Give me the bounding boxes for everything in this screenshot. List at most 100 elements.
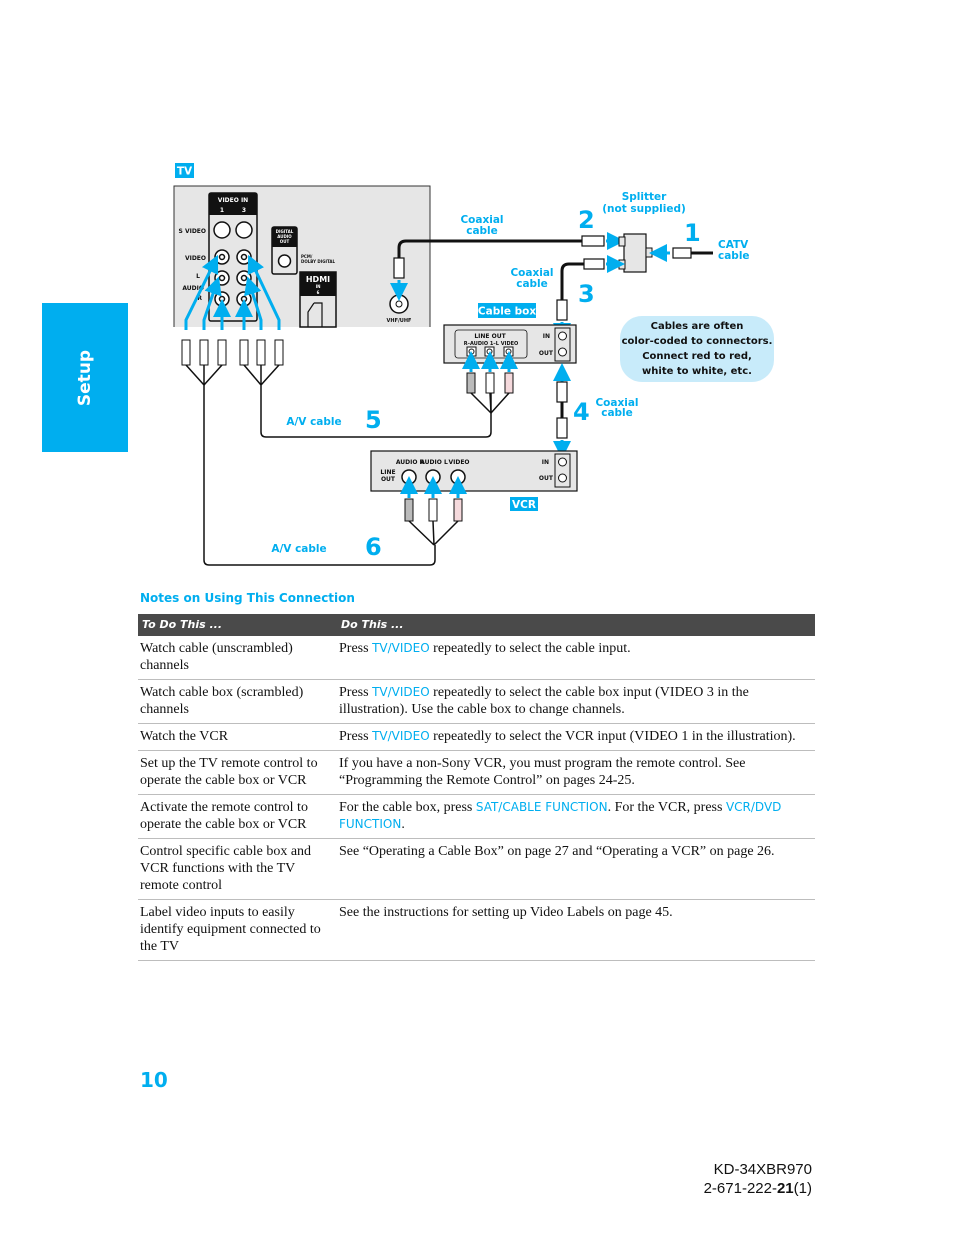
table-row: Control specific cable box and VCR funct… xyxy=(138,838,815,900)
cell-text: Press xyxy=(339,729,373,744)
svg-text:color-coded to connectors.: color-coded to connectors. xyxy=(622,336,773,347)
cell-text: If you have a non-Sony VCR, you must pro… xyxy=(339,756,746,788)
step-1: 1 xyxy=(684,219,701,247)
svg-text:1: 1 xyxy=(220,207,224,214)
cell-to-do: Control specific cable box and VCR funct… xyxy=(138,838,337,900)
svg-text:OUT: OUT xyxy=(539,350,554,357)
hdmi-port: HDMI IN 6 xyxy=(299,271,337,328)
cell-to-do: Set up the TV remote control to operate … xyxy=(138,750,337,795)
cell-text: . xyxy=(401,817,405,832)
svg-text:white to white, etc.: white to white, etc. xyxy=(642,366,752,377)
svg-text:VIDEO: VIDEO xyxy=(185,255,206,262)
cell-text: See the instructions for setting up Vide… xyxy=(339,905,673,920)
svg-text:IN: IN xyxy=(316,284,321,289)
button-label-keyword: TV/VIDEO xyxy=(372,641,430,655)
cell-to-do: Activate the remote control to operate t… xyxy=(138,794,337,839)
vcr-tag: VCR xyxy=(510,497,538,511)
cell-do-this: See the instructions for setting up Vide… xyxy=(337,899,815,961)
button-label-keyword: SAT/CABLE FUNCTION xyxy=(475,800,608,814)
coaxial-cable-4 xyxy=(553,363,571,459)
cable-box: LINE OUT R–AUDIO 1–L VIDEO IN OUT xyxy=(443,324,577,364)
tv-rear-panel: VIDEO IN 1 3 S VIDEO VIDEO L AUDIO R DIG… xyxy=(173,185,431,328)
splitter-label: Splitter xyxy=(622,191,667,203)
cell-do-this: If you have a non-Sony VCR, you must pro… xyxy=(337,750,815,795)
step-3: 3 xyxy=(578,280,595,308)
svg-text:S VIDEO: S VIDEO xyxy=(179,228,206,235)
av-cable-5-plugs xyxy=(462,351,518,414)
splitter xyxy=(618,233,653,273)
cell-text: For the cable box, press xyxy=(339,800,476,815)
svg-text:OUT: OUT xyxy=(381,476,396,483)
svg-text:R–AUDIO 1–L VIDEO: R–AUDIO 1–L VIDEO xyxy=(464,341,519,347)
cell-do-this: See “Operating a Cable Box” on page 27 a… xyxy=(337,838,815,900)
av-cable-6-plugs xyxy=(400,476,467,546)
page-number: 10 xyxy=(140,1068,168,1092)
cell-do-this: For the cable box, press SAT/CABLE FUNCT… xyxy=(337,794,815,839)
coax-label-3-sub: cable xyxy=(516,278,548,290)
svg-text:VIDEO: VIDEO xyxy=(448,459,469,466)
svg-text:OUT: OUT xyxy=(539,475,554,482)
color-code-callout: Cables are often color-coded to connecto… xyxy=(620,316,774,382)
svg-text:DOLBY DIGITAL: DOLBY DIGITAL xyxy=(301,259,335,264)
svg-text:VHF/UHF: VHF/UHF xyxy=(387,318,412,324)
svg-text:LINE OUT: LINE OUT xyxy=(474,333,506,340)
svg-text:TV: TV xyxy=(177,166,193,178)
cell-do-this: Press TV/VIDEO repeatedly to select the … xyxy=(337,636,815,680)
svg-text:VCR: VCR xyxy=(512,499,536,511)
step-4: 4 xyxy=(573,398,590,426)
button-label-keyword: TV/VIDEO xyxy=(372,685,430,699)
av-cable-6-label: A/V cable xyxy=(271,543,326,555)
tv-tag: TV xyxy=(175,163,194,178)
cell-do-this: Press TV/VIDEO repeatedly to select the … xyxy=(337,723,815,751)
cable-box-tag: Cable box xyxy=(478,303,536,318)
notes-table: To Do This ... Do This ... Watch cable (… xyxy=(138,614,815,961)
catv-cable xyxy=(649,244,713,262)
cell-text: See “Operating a Cable Box” on page 27 a… xyxy=(339,844,775,859)
splitter-label-sub: (not supplied) xyxy=(602,203,686,215)
catv-label-sub: cable xyxy=(718,250,750,262)
cell-text: repeatedly to select the cable input. xyxy=(429,641,631,656)
svg-text:AUDIO L: AUDIO L xyxy=(420,459,448,466)
cell-to-do: Watch cable (unscrambled) channels xyxy=(138,636,337,680)
connection-diagram: TV VIDEO IN 1 3 S VIDEO VIDEO L AUDIO R … xyxy=(173,163,774,566)
step-5: 5 xyxy=(365,406,382,434)
button-label-keyword: TV/VIDEO xyxy=(372,729,430,743)
header-do-this: Do This ... xyxy=(337,614,815,636)
svg-text:6: 6 xyxy=(317,290,320,295)
table-row: Watch cable (unscrambled) channels Press … xyxy=(138,636,815,680)
svg-text:HDMI: HDMI xyxy=(306,275,330,284)
cell-text: Press xyxy=(339,641,373,656)
model-number: KD-34XBR970 xyxy=(713,1161,812,1178)
coax-label-4-sub: cable xyxy=(601,407,633,419)
svg-text:OUT: OUT xyxy=(280,239,290,244)
cell-to-do: Label video inputs to easily identify eq… xyxy=(138,899,337,961)
svg-text:Cables are often: Cables are often xyxy=(651,321,744,332)
table-row: Watch cable box (scrambled) channels Pres… xyxy=(138,679,815,724)
cell-to-do: Watch cable box (scrambled) channels xyxy=(138,679,337,724)
notes-title: Notes on Using This Connection xyxy=(140,591,355,605)
cell-text: Press xyxy=(339,685,373,700)
step-6: 6 xyxy=(365,533,382,561)
svg-text:3: 3 xyxy=(242,207,246,214)
svg-text:Connect red to red,: Connect red to red, xyxy=(642,351,752,362)
cell-text: repeatedly to select the VCR input (VIDE… xyxy=(429,729,796,744)
coax-label-2-sub: cable xyxy=(466,225,498,237)
header-to-do: To Do This ... xyxy=(138,614,337,636)
table-row: Label video inputs to easily identify eq… xyxy=(138,899,815,961)
svg-text:LINE: LINE xyxy=(380,469,395,476)
svg-text:Cable box: Cable box xyxy=(478,306,536,318)
svg-text:VIDEO IN: VIDEO IN xyxy=(218,197,248,204)
table-row: Activate the remote control to operate t… xyxy=(138,794,815,839)
svg-text:IN: IN xyxy=(543,333,550,340)
table-row: Set up the TV remote control to operate … xyxy=(138,750,815,795)
table-row: Watch the VCR Press TV/VIDEO repeatedly t… xyxy=(138,723,815,751)
cell-text: . For the VCR, press xyxy=(607,800,726,815)
step-2: 2 xyxy=(578,206,595,234)
doc-code: 2-671-222-21(1) xyxy=(703,1180,812,1197)
svg-text:L: L xyxy=(196,273,200,280)
svg-text:IN: IN xyxy=(542,459,549,466)
cell-to-do: Watch the VCR xyxy=(138,723,337,751)
cell-do-this: Press TV/VIDEO repeatedly to select the … xyxy=(337,679,815,724)
table-header-row: To Do This ... Do This ... xyxy=(138,614,815,636)
svg-text:A/V cable: A/V cable xyxy=(286,416,341,428)
